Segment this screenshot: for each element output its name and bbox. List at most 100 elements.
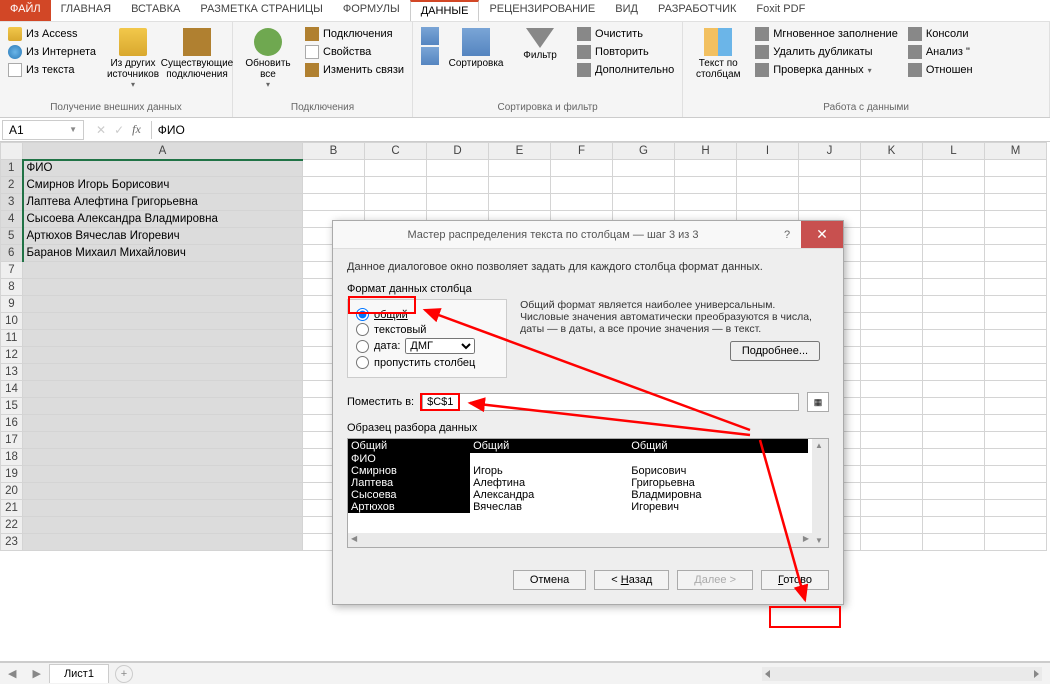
cell[interactable] (427, 177, 489, 194)
cell[interactable] (23, 449, 303, 466)
cell[interactable] (365, 160, 427, 177)
sort-asc[interactable] (419, 26, 441, 46)
cell[interactable] (985, 313, 1047, 330)
consolidate[interactable]: Консоли (906, 26, 975, 42)
sort-desc[interactable] (419, 46, 441, 66)
cell[interactable] (985, 228, 1047, 245)
enter-formula-icon[interactable]: ✓ (114, 123, 124, 137)
cell[interactable] (23, 398, 303, 415)
cell[interactable] (861, 211, 923, 228)
cell[interactable] (861, 313, 923, 330)
cell[interactable]: Сысоева Александра Владмировна (23, 211, 303, 228)
dialog-help-button[interactable]: ? (773, 229, 801, 241)
filter[interactable]: Фильтр (511, 26, 569, 63)
cell[interactable] (23, 313, 303, 330)
row-header[interactable]: 7 (1, 262, 23, 279)
cell[interactable] (923, 364, 985, 381)
cell[interactable] (799, 160, 861, 177)
tab-layout[interactable]: РАЗМЕТКА СТРАНИЦЫ (190, 0, 332, 21)
cell[interactable] (923, 228, 985, 245)
cell[interactable] (23, 534, 303, 551)
row-header[interactable]: 15 (1, 398, 23, 415)
cell[interactable] (23, 296, 303, 313)
cell[interactable] (23, 347, 303, 364)
horizontal-scrollbar[interactable] (133, 667, 1050, 681)
cell[interactable] (985, 466, 1047, 483)
from-text[interactable]: Из текста (6, 62, 98, 78)
cell[interactable] (861, 381, 923, 398)
cell[interactable] (861, 432, 923, 449)
row-header[interactable]: 2 (1, 177, 23, 194)
cell[interactable] (985, 449, 1047, 466)
cell[interactable] (985, 398, 1047, 415)
cell[interactable] (861, 160, 923, 177)
cell[interactable] (923, 160, 985, 177)
row-header[interactable]: 21 (1, 500, 23, 517)
cell[interactable] (923, 296, 985, 313)
cell[interactable] (303, 194, 365, 211)
cell[interactable] (861, 279, 923, 296)
cell[interactable] (923, 534, 985, 551)
row-header[interactable]: 20 (1, 483, 23, 500)
cell[interactable] (23, 432, 303, 449)
cell[interactable] (985, 364, 1047, 381)
cell[interactable] (861, 364, 923, 381)
cell[interactable] (985, 534, 1047, 551)
cell[interactable] (675, 194, 737, 211)
cancel-formula-icon[interactable]: ✕ (96, 123, 106, 137)
cell[interactable] (861, 194, 923, 211)
preview-col-header[interactable]: Общий (628, 439, 808, 453)
cell[interactable]: Смирнов Игорь Борисович (23, 177, 303, 194)
cell[interactable] (923, 432, 985, 449)
sheet-nav-prev[interactable]: ◀ (0, 667, 24, 680)
tab-insert[interactable]: ВСТАВКА (121, 0, 190, 21)
text-to-columns[interactable]: Текст по столбцам (689, 26, 747, 82)
cell[interactable] (861, 262, 923, 279)
cell[interactable] (985, 415, 1047, 432)
cell[interactable] (303, 177, 365, 194)
row-header[interactable]: 10 (1, 313, 23, 330)
row-header[interactable]: 16 (1, 415, 23, 432)
opt-general[interactable]: общий (356, 308, 498, 321)
preview-pane[interactable]: ОбщийОбщийОбщийФИОСмирновИгорьБорисовичЛ… (347, 438, 829, 548)
cell[interactable] (923, 398, 985, 415)
properties[interactable]: Свойства (303, 44, 406, 60)
cell[interactable] (923, 279, 985, 296)
cell[interactable] (985, 500, 1047, 517)
cell[interactable] (23, 415, 303, 432)
cell[interactable] (23, 330, 303, 347)
row-header[interactable]: 6 (1, 245, 23, 262)
edit-links[interactable]: Изменить связи (303, 62, 406, 78)
cell[interactable] (427, 160, 489, 177)
cell[interactable] (613, 194, 675, 211)
cell[interactable] (923, 466, 985, 483)
cell[interactable] (985, 262, 1047, 279)
cell[interactable] (985, 177, 1047, 194)
cell[interactable] (923, 211, 985, 228)
cell[interactable] (985, 330, 1047, 347)
reapply-filter[interactable]: Повторить (575, 44, 676, 60)
cell[interactable] (861, 466, 923, 483)
cell[interactable] (985, 347, 1047, 364)
refresh-all[interactable]: Обновить все (239, 26, 297, 91)
name-box[interactable]: A1▼ (2, 120, 84, 140)
cell[interactable] (923, 262, 985, 279)
existing-connections[interactable]: Существующие подключения (168, 26, 226, 82)
sheet-nav-next[interactable]: ▶ (24, 667, 48, 680)
col-header[interactable]: L (923, 143, 985, 160)
col-header[interactable]: B (303, 143, 365, 160)
more-button[interactable]: Подробнее... (730, 341, 820, 361)
tab-view[interactable]: ВИД (605, 0, 648, 21)
cell[interactable] (861, 347, 923, 364)
cancel-button[interactable]: Отмена (513, 570, 586, 590)
tab-developer[interactable]: РАЗРАБОТЧИК (648, 0, 746, 21)
col-header[interactable]: D (427, 143, 489, 160)
clear-filter[interactable]: Очистить (575, 26, 676, 42)
cell[interactable] (985, 483, 1047, 500)
cell[interactable] (737, 194, 799, 211)
cell[interactable] (985, 381, 1047, 398)
cell[interactable] (427, 194, 489, 211)
cell[interactable] (861, 296, 923, 313)
row-header[interactable]: 13 (1, 364, 23, 381)
opt-skip-radio[interactable] (356, 356, 369, 369)
